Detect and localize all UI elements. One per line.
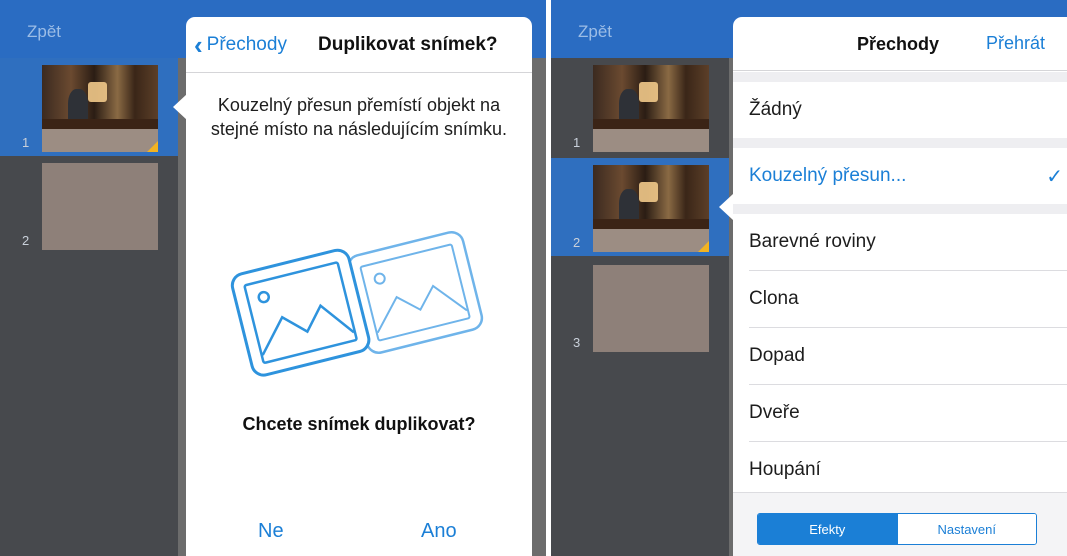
tab-settings[interactable]: Nastavení <box>896 514 1036 544</box>
left-screen: Zpět 1 2 ‹ Přechody Duplikovat snímek? K… <box>0 0 546 556</box>
popover-arrow <box>173 94 187 120</box>
slide-number: 2 <box>573 235 581 250</box>
option-label: Kouzelný přesun... <box>749 165 907 186</box>
no-button[interactable]: Ne <box>258 520 284 543</box>
option-label: Dveře <box>749 402 800 423</box>
confirmation-question: Chcete snímek duplikovat? <box>242 414 476 434</box>
slide-thumbnail[interactable] <box>593 65 709 152</box>
option-label: Clona <box>749 288 799 309</box>
play-button[interactable]: Přehrát <box>986 33 1045 54</box>
popover-header: Přechody Přehrát <box>733 17 1067 71</box>
slide-slot-1[interactable]: 1 <box>0 58 178 156</box>
slide-slot-3[interactable]: 3 <box>551 258 729 356</box>
slide-thumbnail[interactable] <box>593 165 709 252</box>
slide-number: 1 <box>22 135 30 150</box>
segmented-control: Efekty Nastavení <box>757 513 1037 545</box>
slide-number: 3 <box>573 335 581 350</box>
description-text: Kouzelný přesun přemístí objekt na stejn… <box>210 95 508 139</box>
option-label: Žádný <box>749 99 802 120</box>
popover-title: Duplikovat snímek? <box>318 34 498 55</box>
section-separator <box>733 204 1067 214</box>
slide-number: 1 <box>573 135 581 150</box>
back-button[interactable]: Zpět <box>27 22 61 42</box>
transition-marker-icon <box>698 241 709 252</box>
slide-slot-1[interactable]: 1 <box>551 58 729 156</box>
popover-title: Přechody <box>857 34 940 54</box>
transition-option-none[interactable]: Žádný <box>733 82 1067 138</box>
back-button[interactable]: Zpět <box>578 22 612 42</box>
chevron-left-icon: ‹ <box>194 30 203 60</box>
popover-header: ‹ Přechody Duplikovat snímek? <box>186 17 532 73</box>
slide-slot-2[interactable]: 2 <box>0 156 178 254</box>
transition-option[interactable]: Clona <box>733 271 1067 327</box>
option-label: Dopad <box>749 345 805 366</box>
transition-marker-icon <box>147 141 158 152</box>
slide-navigator: 1 2 <box>0 58 178 556</box>
section-separator <box>733 138 1067 148</box>
right-screen: Zpět 1 2 3 Přechody Přehrát Žádný Kouzel… <box>551 0 1067 556</box>
slide-thumbnail[interactable] <box>42 65 158 152</box>
slide-thumbnail[interactable] <box>42 163 158 250</box>
back-label: Přechody <box>206 34 287 55</box>
slide-navigator: 1 2 3 <box>551 58 729 556</box>
transition-option[interactable]: Barevné roviny <box>733 214 1067 270</box>
transition-option[interactable]: Houpání <box>733 442 1067 498</box>
duplicate-slide-icon <box>230 230 484 377</box>
back-to-transitions-button[interactable]: ‹ Přechody <box>194 32 287 58</box>
checkmark-icon: ✓ <box>1046 166 1063 188</box>
transition-option[interactable]: Dopad <box>733 328 1067 384</box>
popover-arrow <box>719 194 733 220</box>
option-label: Barevné roviny <box>749 231 876 252</box>
transition-option[interactable]: Dveře <box>733 385 1067 441</box>
yes-button[interactable]: Ano <box>421 520 457 543</box>
transitions-popover: Přechody Přehrát Žádný Kouzelný přesun..… <box>733 17 1067 556</box>
transition-option-magic-move[interactable]: Kouzelný přesun... ✓ <box>733 148 1067 204</box>
slide-number: 2 <box>22 233 30 248</box>
slide-slot-2[interactable]: 2 <box>551 158 729 256</box>
option-label: Houpání <box>749 459 821 480</box>
tab-effects[interactable]: Efekty <box>758 514 897 544</box>
section-separator <box>733 72 1067 82</box>
slide-thumbnail[interactable] <box>593 265 709 352</box>
duplicate-slide-popover: ‹ Přechody Duplikovat snímek? Kouzelný p… <box>186 17 532 556</box>
